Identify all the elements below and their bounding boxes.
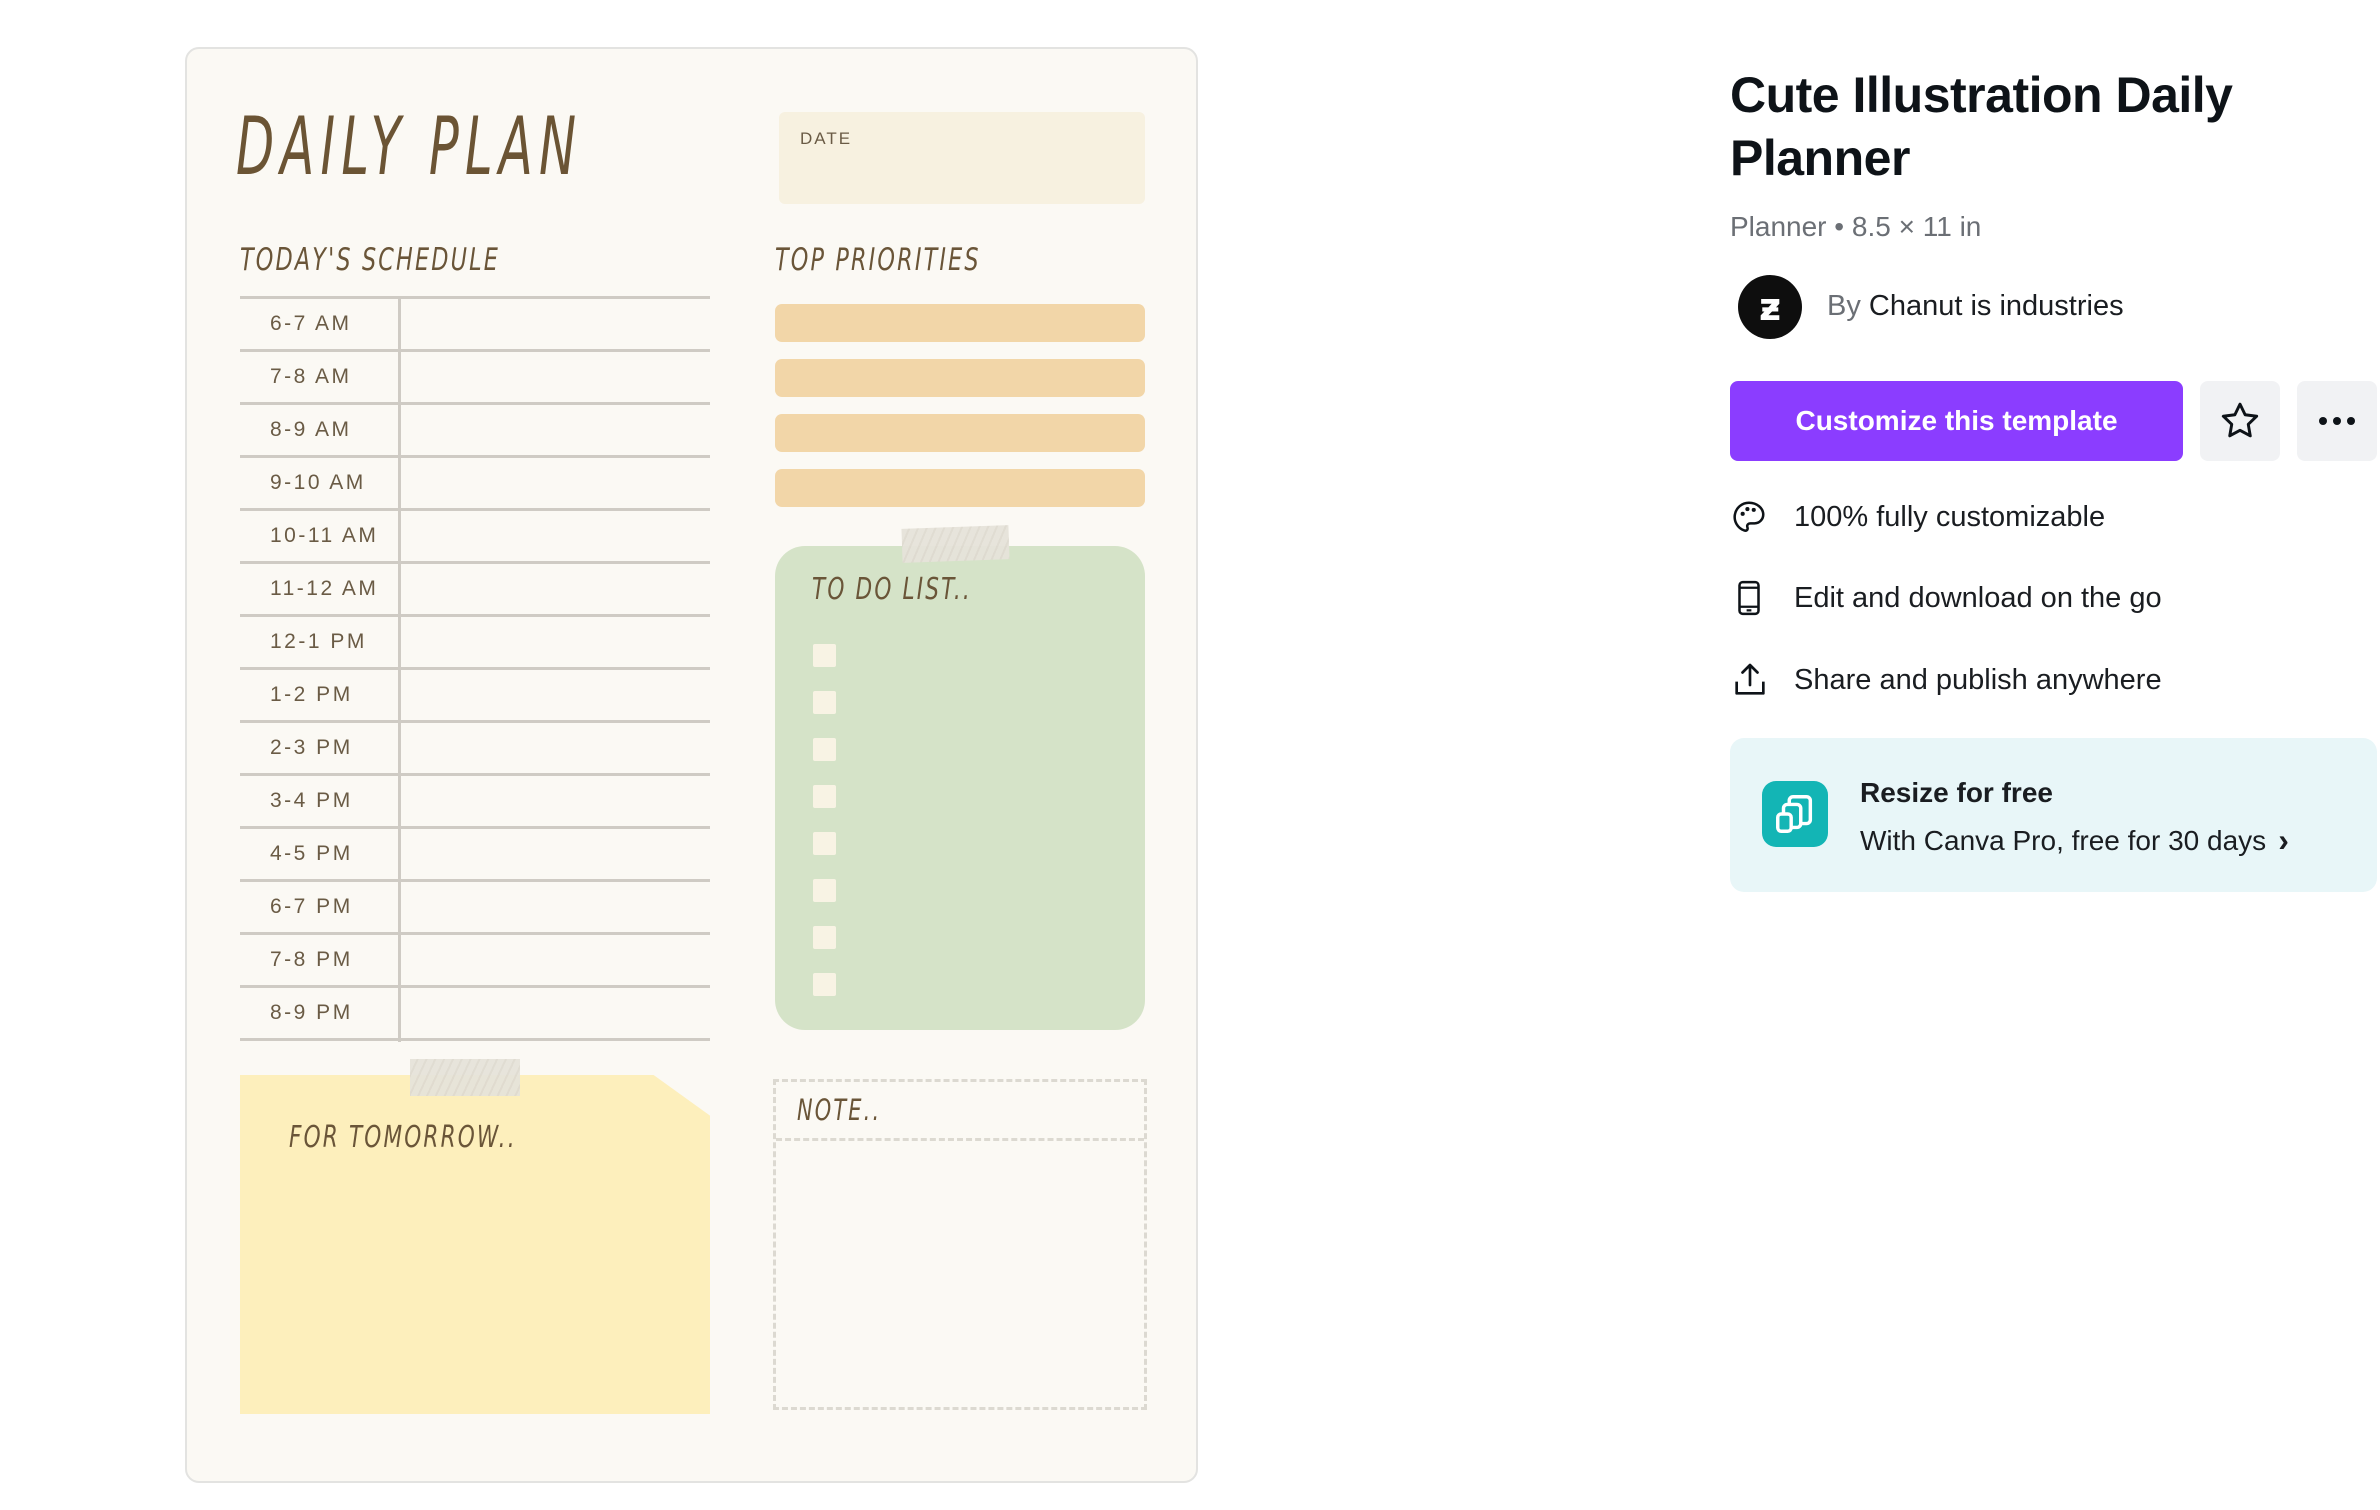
schedule-heading: TODAY'S SCHEDULE: [240, 242, 500, 278]
note-box: [773, 1079, 1147, 1410]
schedule-time-label: 8-9 AM: [270, 418, 352, 441]
phone-icon: [1738, 580, 1760, 616]
author-name[interactable]: Chanut is industries: [1869, 290, 2124, 322]
schedule-time-label: 2-3 PM: [270, 736, 353, 759]
share-upload-icon: [1735, 663, 1765, 695]
feature-mobile: Edit and download on the go: [1730, 578, 2162, 618]
schedule-row-line: [240, 773, 710, 776]
template-title: Cute Illustration Daily Planner: [1730, 67, 2233, 186]
date-label: DATE: [800, 129, 853, 148]
todo-checkbox: [813, 879, 836, 902]
schedule-row-line: [240, 455, 710, 458]
schedule-row-line: [240, 879, 710, 882]
schedule-row-line: [240, 508, 710, 511]
schedule-row-line: [240, 1038, 710, 1041]
schedule-row-line: [240, 826, 710, 829]
author-avatar[interactable]: ƶ: [1738, 275, 1802, 339]
schedule-row-line: [240, 932, 710, 935]
schedule-row-line: [240, 614, 710, 617]
priority-slot: [775, 414, 1145, 452]
template-size: 8.5 × 11 in: [1851, 211, 1982, 242]
priority-slot: [775, 304, 1145, 342]
author-link[interactable]: By Chanut is industries: [1827, 290, 2124, 323]
todo-checkbox: [813, 973, 836, 996]
resize-subtitle: With Canva Pro, free for 30 days: [1860, 824, 2267, 856]
schedule-row-line: [240, 667, 710, 670]
schedule-time-label: 12-1 PM: [270, 630, 367, 653]
schedule-time-label: 1-2 PM: [270, 683, 353, 706]
feature-label: Share and publish anywhere: [1794, 663, 2162, 696]
tomorrow-heading: FOR TOMORROW..: [289, 1120, 517, 1155]
template-type: Planner: [1730, 211, 1827, 242]
priority-slot: [775, 359, 1145, 397]
schedule-row-line: [240, 720, 710, 723]
planner-title: DAILY PLAN: [236, 100, 583, 193]
schedule-time-label: 6-7 PM: [270, 895, 353, 918]
schedule-row-line: [240, 561, 710, 564]
feature-label: Edit and download on the go: [1794, 581, 2162, 614]
schedule-time-label: 10-11 AM: [270, 524, 379, 547]
star-icon: [2221, 402, 2259, 438]
more-horizontal-icon: [2319, 417, 2355, 425]
schedule-row-line: [240, 985, 710, 988]
note-divider: [776, 1138, 1144, 1141]
schedule-time-label: 7-8 PM: [270, 948, 353, 971]
priorities-heading: TOP PRIORITIES: [775, 242, 981, 278]
template-meta: Planner • 8.5 × 11 in: [1730, 211, 1981, 243]
resize-link[interactable]: With Canva Pro, free for 30 days ›: [1860, 822, 2289, 859]
todo-checkbox: [813, 785, 836, 808]
avatar-logo-icon: ƶ: [1758, 285, 1782, 329]
feature-customizable: 100% fully customizable: [1730, 497, 2105, 537]
customize-template-button[interactable]: Customize this template: [1730, 381, 2183, 461]
more-options-button[interactable]: [2297, 381, 2377, 461]
todo-checkbox: [813, 691, 836, 714]
author-prefix: By: [1827, 290, 1861, 322]
resize-icon: [1762, 781, 1828, 847]
todo-heading: TO DO LIST..: [812, 572, 972, 607]
palette-icon: [1733, 501, 1765, 532]
feature-share: Share and publish anywhere: [1730, 660, 2162, 700]
schedule-row-line: [240, 402, 710, 405]
priority-slot: [775, 469, 1145, 507]
schedule-row-line: [240, 349, 710, 352]
todo-checkbox: [813, 644, 836, 667]
schedule-time-label: 11-12 AM: [270, 577, 379, 600]
chevron-right-icon: ›: [2278, 822, 2289, 858]
schedule-column-divider: [398, 297, 401, 1042]
feature-label: 100% fully customizable: [1794, 500, 2106, 533]
schedule-time-label: 4-5 PM: [270, 842, 353, 865]
schedule-time-label: 9-10 AM: [270, 471, 366, 494]
schedule-row-line: [240, 296, 710, 299]
todo-checkbox: [813, 926, 836, 949]
todo-checkbox: [813, 832, 836, 855]
favorite-button[interactable]: [2200, 381, 2280, 461]
meta-separator: •: [1834, 211, 1845, 242]
date-box: [779, 112, 1145, 204]
schedule-time-label: 7-8 AM: [270, 365, 352, 388]
resize-title: Resize for free: [1860, 777, 2053, 808]
todo-checkbox: [813, 738, 836, 761]
schedule-time-label: 3-4 PM: [270, 789, 353, 812]
schedule-time-label: 6-7 AM: [270, 312, 352, 335]
washi-tape: [410, 1059, 520, 1096]
note-heading: NOTE..: [797, 1093, 882, 1127]
washi-tape: [901, 525, 1010, 563]
schedule-time-label: 8-9 PM: [270, 1001, 353, 1024]
